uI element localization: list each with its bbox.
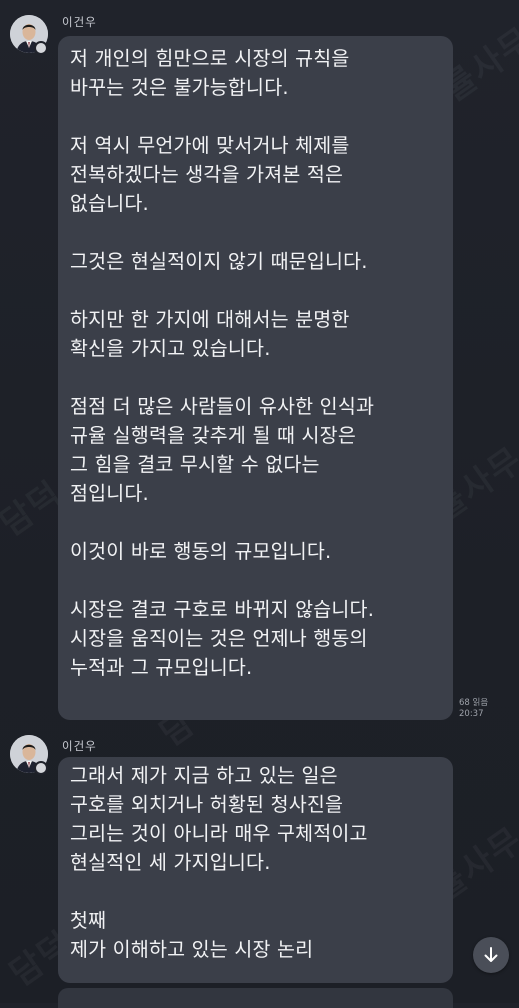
message-line bbox=[70, 102, 439, 131]
message-line: 제가 이해하고 있는 시장 논리 bbox=[70, 938, 314, 961]
avatar-badge-icon bbox=[34, 761, 48, 775]
message-line: 전복하겠다는 생각을 가져본 적은 bbox=[70, 163, 344, 186]
message-line: 그것은 현실적이지 않기 때문입니다. bbox=[70, 250, 368, 273]
message-line bbox=[70, 877, 439, 906]
message-line bbox=[70, 508, 439, 537]
chat-room: 담덕 법률사무소 담덕 법률사무소 담덕 법률사무소 담덕 법률사무소 담덕 법… bbox=[0, 0, 519, 1008]
message-line: 시장을 움직이는 것은 언제나 행동의 bbox=[70, 627, 368, 650]
message-line: 누적과 그 규모입니다. bbox=[70, 656, 253, 679]
message-line: 확신을 가지고 있습니다. bbox=[70, 337, 271, 360]
message-line bbox=[70, 218, 439, 247]
message-bubble[interactable]: 저 개인의 힘만으로 시장의 규칙을 바꾸는 것은 불가능합니다. 저 역시 무… bbox=[58, 36, 453, 720]
arrow-down-icon bbox=[484, 947, 498, 962]
message-line: 이것이 바로 행동의 규모입니다. bbox=[70, 540, 332, 563]
message-line bbox=[70, 363, 439, 392]
message-line: 저 역시 무언가에 맞서거나 체제를 bbox=[70, 134, 350, 157]
message-line bbox=[70, 566, 439, 595]
message-line: 현실적인 세 가지입니다. bbox=[70, 851, 271, 874]
message-bubble[interactable]: 그래서 제가 지금 하고 있는 일은 구호를 외치거나 허황된 청사진을 그리는… bbox=[58, 757, 453, 983]
message-line: 바꾸는 것은 불가능합니다. bbox=[70, 76, 289, 99]
message-line: 구호를 외치거나 허황된 청사진을 bbox=[70, 793, 344, 816]
message-line: 첫째 bbox=[70, 909, 107, 932]
message-line: 점점 더 많은 사람들이 유사한 인식과 bbox=[70, 395, 375, 418]
message-line: 그래서 제가 지금 하고 있는 일은 bbox=[70, 764, 338, 787]
message-line: 그 힘을 결코 무시할 수 없다는 bbox=[70, 453, 320, 476]
message-line: 그리는 것이 아니라 매우 구체적이고 bbox=[70, 822, 368, 845]
sender-name: 이건우 bbox=[62, 15, 97, 29]
message-line: 시장은 결코 구호로 바뀌지 않습니다. bbox=[70, 598, 375, 621]
message-line: 규율 실행력을 갖추게 될 때 시장은 bbox=[70, 424, 356, 447]
sender-name: 이건우 bbox=[62, 739, 97, 753]
message-line: 점입니다. bbox=[70, 482, 149, 505]
avatar-badge-icon bbox=[34, 41, 48, 55]
message-line bbox=[70, 276, 439, 305]
message-line: 하지만 한 가지에 대해서는 분명한 bbox=[70, 308, 350, 331]
message-time: 20:37 bbox=[459, 709, 484, 719]
scroll-to-bottom-button[interactable] bbox=[473, 937, 509, 973]
read-count: 68 읽음 bbox=[459, 698, 489, 708]
message-meta: 68 읽음 20:37 bbox=[459, 698, 488, 720]
message-line: 저 개인의 힘만으로 시장의 규칙을 bbox=[70, 47, 350, 70]
next-message-bubble bbox=[58, 988, 453, 1008]
message-line: 없습니다. bbox=[70, 192, 149, 215]
